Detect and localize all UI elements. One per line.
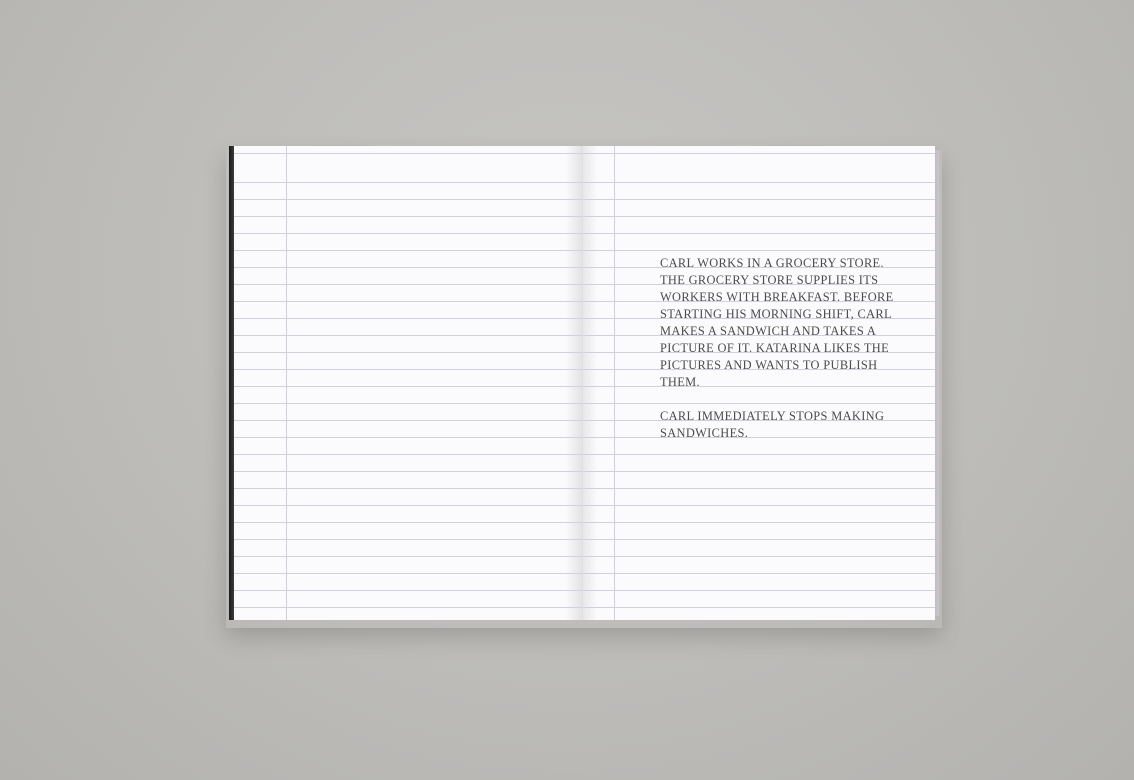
paragraph-1: CARL WORKS IN A GROCERY STORE. THE GROCE… — [660, 256, 894, 389]
paragraph-2: CARL IMMEDIATELY STOPS MAKING SANDWICHES… — [660, 409, 885, 440]
left-page — [234, 146, 583, 620]
right-page-text: CARL WORKS IN A GROCERY STORE. THE GROCE… — [660, 255, 910, 442]
